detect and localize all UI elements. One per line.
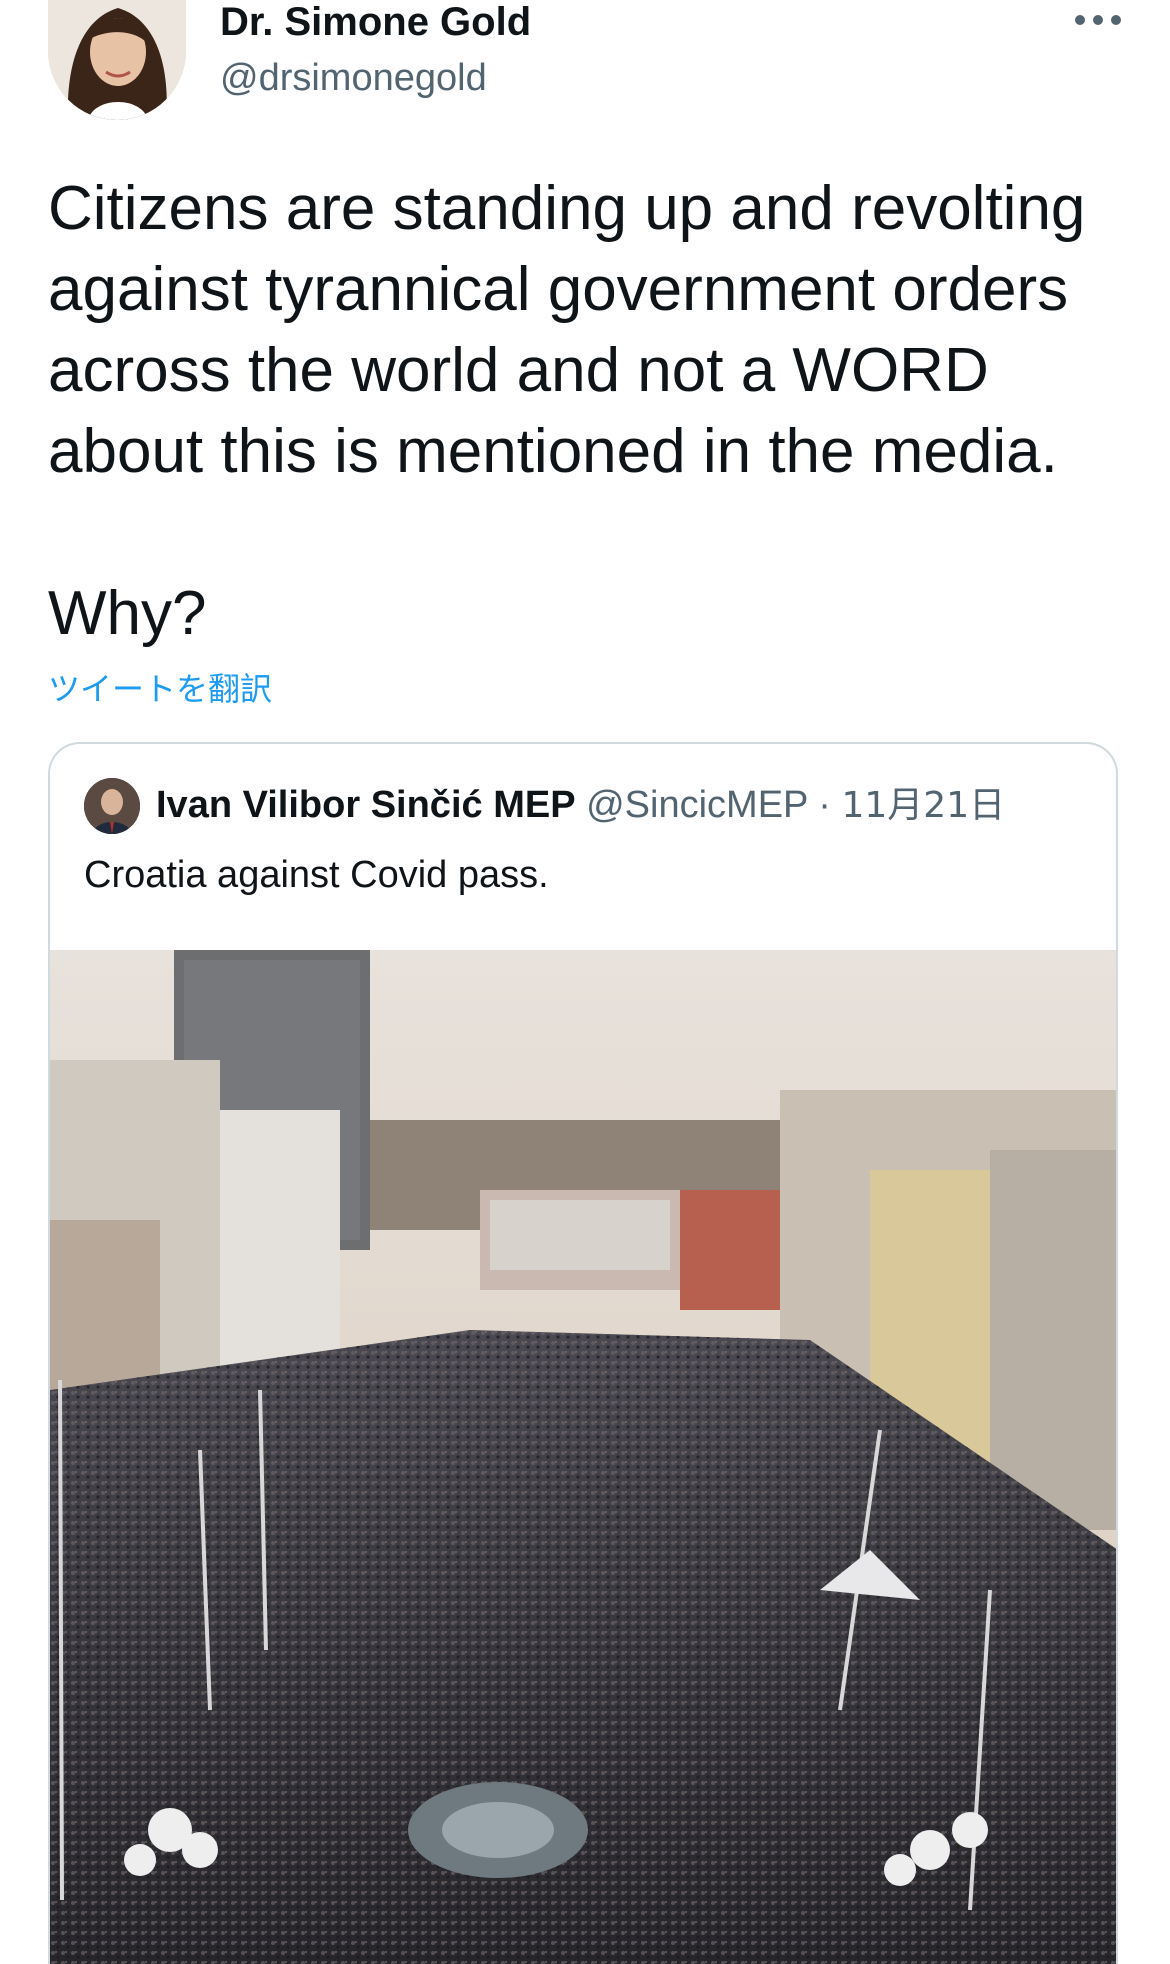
quoted-author-handle[interactable]: @SincicMEP	[586, 784, 808, 826]
quoted-author-name[interactable]: Ivan Vilibor Sinčić MEP	[156, 784, 576, 826]
author-avatar[interactable]	[48, 0, 186, 120]
quoted-photo[interactable]	[50, 950, 1116, 1964]
more-horizontal-icon	[1075, 15, 1121, 25]
quoted-date[interactable]: 11月21日	[842, 785, 1006, 826]
more-options-button[interactable]	[1068, 0, 1128, 40]
author-handle[interactable]: @drsimonegold	[220, 56, 487, 100]
tweet: Dr. Simone Gold @drsimonegold Citizens a…	[0, 0, 1170, 1964]
quoted-header: Ivan Vilibor Sinčić MEP @SincicMEP · 11月…	[156, 780, 1005, 831]
translate-tweet-link[interactable]: ツイートを翻訳	[48, 664, 272, 710]
quoted-text: Croatia against Covid pass.	[84, 854, 549, 896]
quoted-tweet-card[interactable]: Ivan Vilibor Sinčić MEP @SincicMEP · 11月…	[48, 742, 1118, 1964]
author-name[interactable]: Dr. Simone Gold	[220, 0, 531, 44]
quoted-separator: ·	[818, 784, 831, 826]
tweet-text: Citizens are standing up and revolting a…	[48, 174, 1086, 648]
quoted-author-avatar[interactable]	[84, 778, 140, 834]
